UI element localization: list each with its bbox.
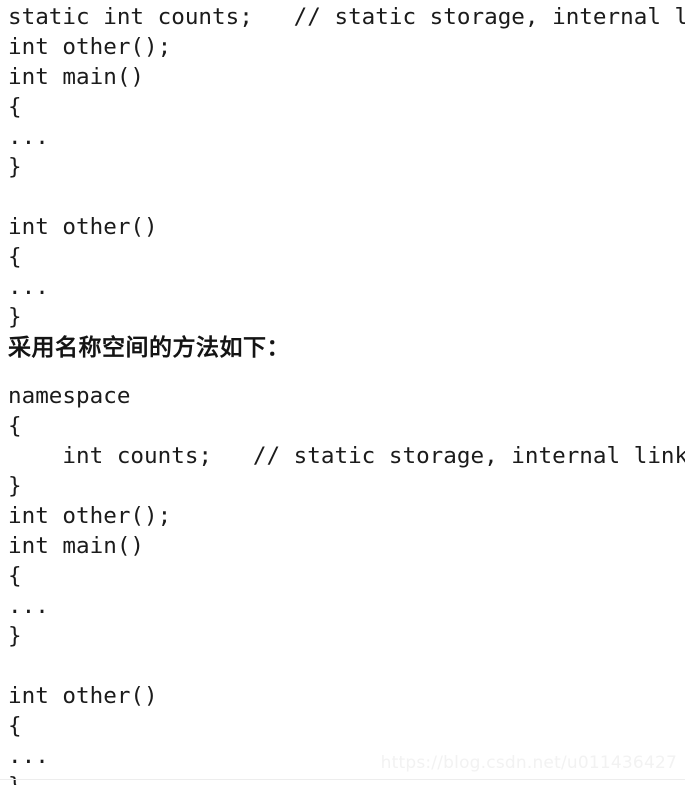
code-line: static int counts; // static storage, in… <box>8 4 685 30</box>
code-line: namespace <box>8 383 131 409</box>
bottom-divider <box>0 779 685 780</box>
code-line: { <box>8 563 22 589</box>
code-line: { <box>8 244 22 270</box>
code-line: int main() <box>8 533 145 559</box>
code-line: int counts; // static storage, internal … <box>8 443 685 469</box>
code-line: int other() <box>8 214 158 240</box>
code-line: } <box>8 473 22 499</box>
code-block-static-storage: static int counts; // static storage, in… <box>0 2 685 332</box>
code-line: int other(); <box>8 503 172 529</box>
document-page: static int counts; // static storage, in… <box>0 0 685 785</box>
code-line: int other() <box>8 683 158 709</box>
code-line: } <box>8 304 22 330</box>
code-line: int other(); <box>8 34 172 60</box>
section-heading: 采用名称空间的方法如下： <box>8 334 290 361</box>
code-line: } <box>8 623 22 649</box>
code-line: } <box>0 771 685 785</box>
code-line: { <box>8 413 22 439</box>
code-block-namespace: namespace { int counts; // static storage… <box>0 381 685 785</box>
code-line: { <box>8 94 22 120</box>
code-line: ... <box>8 593 49 619</box>
code-line: } <box>8 154 22 180</box>
code-line: ... <box>8 274 49 300</box>
code-line: ... <box>8 124 49 150</box>
code-line: int main() <box>8 64 145 90</box>
code-line: { <box>8 713 22 739</box>
csdn-watermark: https://blog.csdn.net/u011436427 <box>380 753 677 773</box>
